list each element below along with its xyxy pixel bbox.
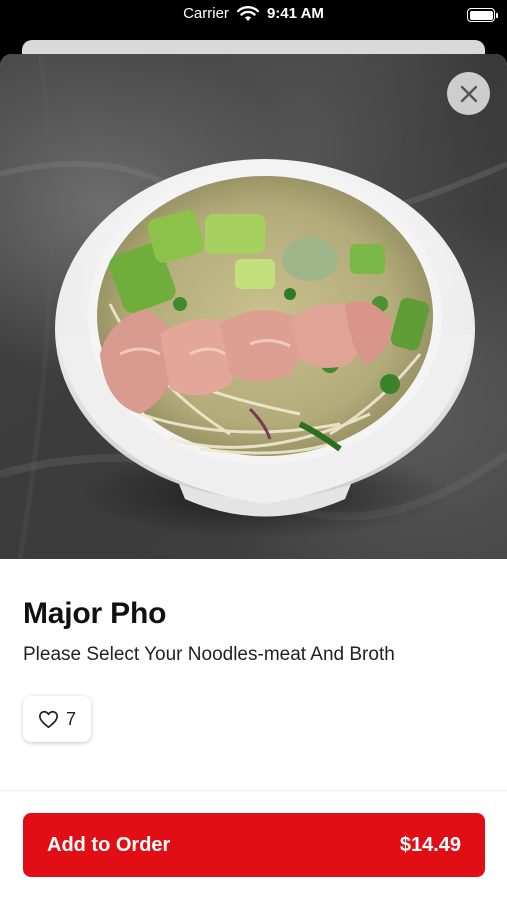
item-detail-sheet: Major Pho Please Select Your Noodles-mea… <box>0 54 507 900</box>
item-price: $14.49 <box>399 833 461 856</box>
order-footer: Add to Order $14.49 <box>0 790 507 900</box>
add-to-order-label: Add to Order <box>47 833 171 856</box>
status-bar: Carrier 9:41 AM <box>0 0 507 32</box>
like-count: 7 <box>66 708 77 729</box>
item-title: Major Pho <box>23 597 167 630</box>
wifi-icon <box>236 5 259 21</box>
status-time: 9:41 AM <box>266 5 324 22</box>
pho-bowl-image <box>0 54 507 559</box>
battery-icon <box>467 8 498 22</box>
item-details: Major Pho Please Select Your Noodles-mea… <box>0 597 507 742</box>
item-photo <box>0 54 507 559</box>
add-to-order-button[interactable]: Add to Order $14.49 <box>23 813 485 877</box>
item-description: Please Select Your Noodles-meat And Brot… <box>23 644 395 665</box>
heart-icon <box>38 710 58 728</box>
close-icon <box>460 85 477 102</box>
like-button[interactable]: 7 <box>23 696 92 742</box>
carrier-label: Carrier <box>183 5 229 22</box>
close-button[interactable] <box>447 72 490 115</box>
